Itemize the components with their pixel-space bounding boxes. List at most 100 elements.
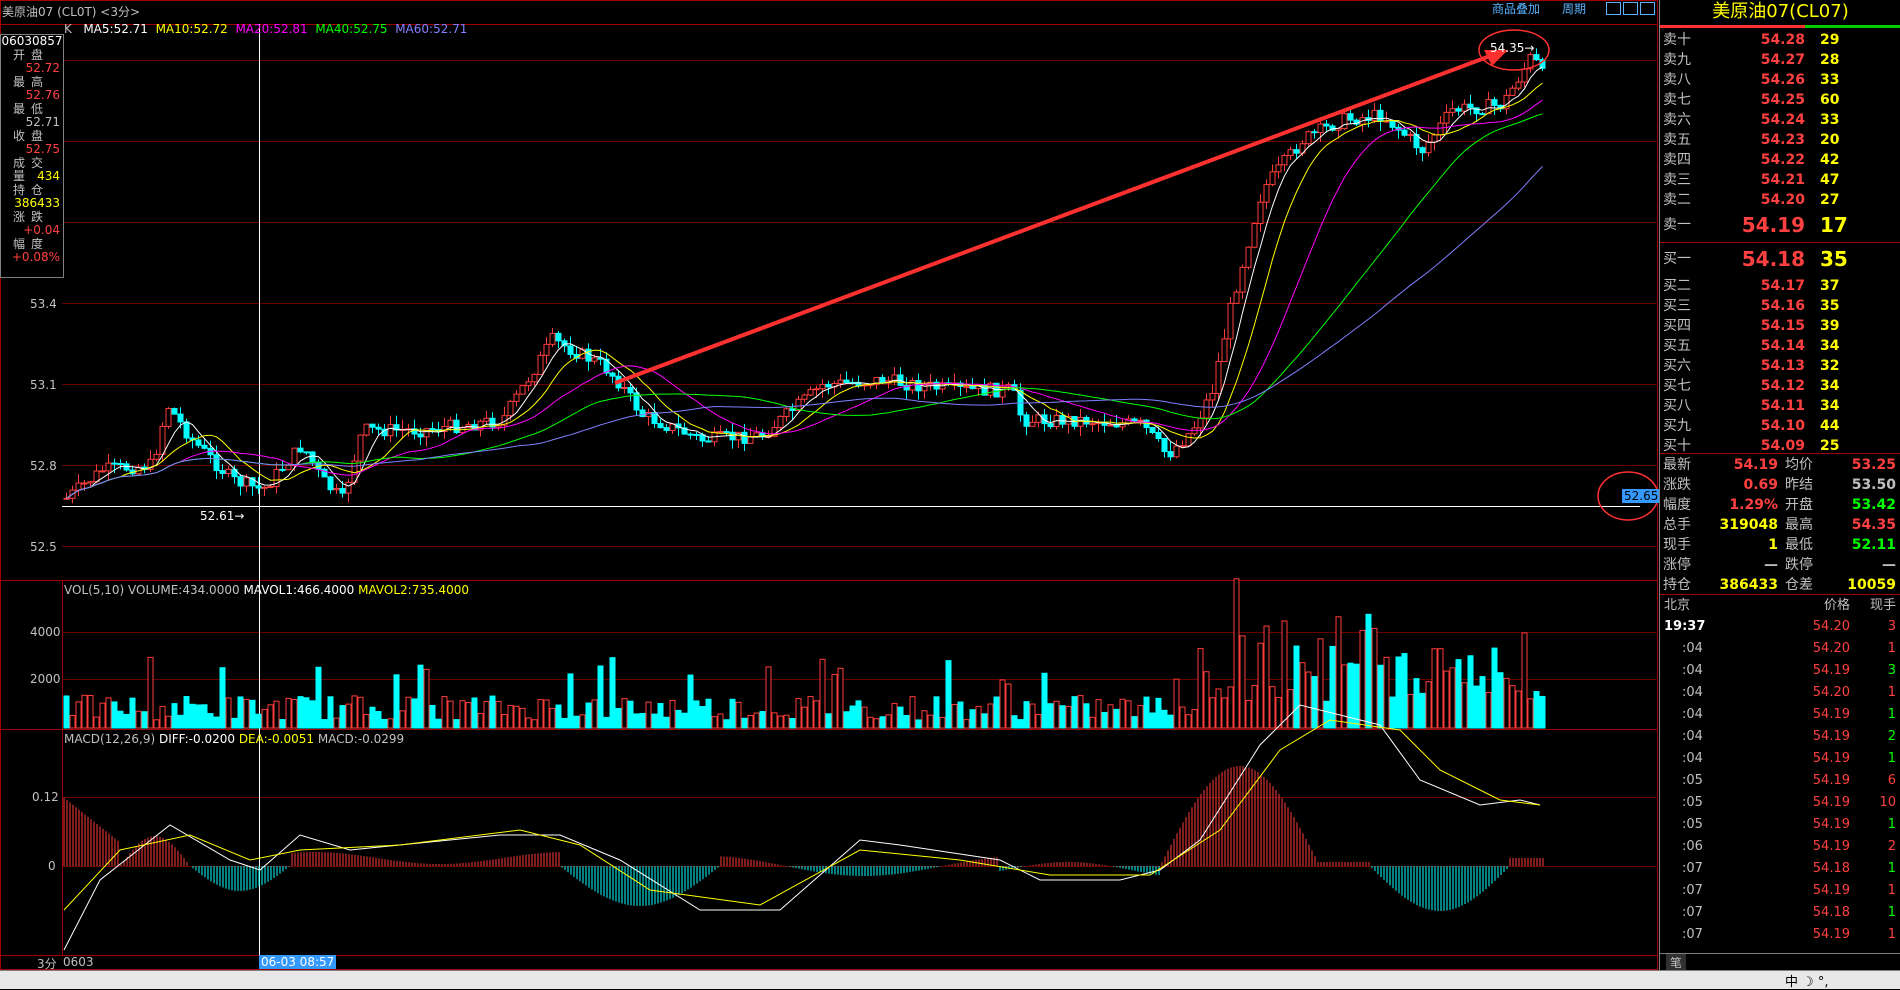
volume-bar (1143, 696, 1150, 729)
candle-body (1449, 108, 1456, 113)
volume-bar (1455, 659, 1462, 729)
tick-tab[interactable]: 笔 (1666, 954, 1687, 971)
tick-row-6: :04 54.19 1 (1660, 749, 1900, 769)
quote-title: 美原油07(CL07) (1712, 1, 1849, 22)
k-label: K (64, 22, 72, 36)
candle-body (1437, 122, 1444, 136)
ask1-label: 卖一 (1663, 217, 1691, 233)
volume-bar (1503, 677, 1510, 729)
tick-price: 54.19 (1812, 751, 1850, 766)
quote-panel: 美原油07(CL07) 卖十 54.28 29 卖九 54.27 28 卖八 54.26 33 卖… (1659, 0, 1900, 988)
chart-canvas[interactable] (0, 0, 1659, 970)
candle-body (525, 381, 532, 387)
volume-bar (531, 719, 538, 729)
volume-bar (369, 706, 376, 729)
tick-vol: 1 (1887, 707, 1896, 722)
candle-body (1533, 54, 1540, 61)
tick-row-1: :04 54.20 1 (1660, 639, 1900, 659)
volume-bar (309, 700, 316, 729)
period-button[interactable]: 周期 (1562, 1, 1586, 17)
volume-bar (1083, 703, 1090, 729)
volume-bar (549, 707, 556, 729)
candle-body (417, 433, 424, 438)
macd-legend: MACD(12,26,9) DIFF:-0.0200 DEA:-0.0051 M… (64, 732, 404, 746)
volume-bar (123, 713, 130, 729)
volume-bar (339, 705, 346, 729)
candle-body (387, 424, 394, 437)
volume-bar (1173, 678, 1180, 729)
trend-arrow (614, 54, 1491, 385)
candle-body (1323, 123, 1330, 127)
close-icon[interactable] (1640, 2, 1655, 15)
volume-bar (375, 710, 382, 729)
volume-bar (1197, 647, 1204, 729)
tick-price: 54.19 (1812, 663, 1850, 678)
candle-body (1443, 111, 1450, 124)
info-value-6: +0.04 (23, 223, 60, 237)
volume-bar (75, 701, 82, 729)
volume-bar (129, 697, 136, 729)
ma40-line (66, 113, 1543, 499)
info-label-7: 幅度 (13, 236, 50, 251)
candle-body (609, 372, 616, 377)
volume-bar (273, 700, 280, 729)
volume-bar (873, 718, 880, 729)
ime-indicator[interactable]: 中 ☽ °, (1785, 971, 1829, 990)
tick-vol: 3 (1887, 663, 1896, 678)
volume-bar (1305, 671, 1312, 729)
stat-value: 1.29% (1729, 497, 1778, 513)
volume-bar (687, 674, 694, 729)
candle-body (1491, 99, 1498, 106)
candle-body (303, 451, 310, 454)
candle-body (1149, 427, 1156, 433)
bid-price: 54.11 (1760, 398, 1805, 414)
candle-body (1047, 423, 1054, 428)
volume-bar (393, 674, 400, 729)
volume-bar (1023, 701, 1030, 729)
bid-label: 买八 (1663, 398, 1691, 414)
ask-price: 54.21 (1760, 172, 1805, 188)
overlay-button[interactable]: 商品叠加 (1492, 1, 1540, 17)
candle-body (111, 462, 118, 465)
ask-row-3: 卖七 54.25 60 (1660, 90, 1900, 110)
candle-body (1203, 399, 1210, 419)
volume-bar (831, 673, 838, 729)
candle-body (1455, 108, 1462, 112)
volume-bar (405, 696, 412, 729)
bid-price: 54.10 (1760, 418, 1805, 434)
stat-value: 319048 (1719, 517, 1778, 533)
tick-price: 54.19 (1812, 795, 1850, 810)
candle-body (1401, 129, 1408, 136)
candle-body (105, 462, 112, 472)
volume-bar (843, 711, 850, 729)
ask-row-6: 卖四 54.22 42 (1660, 150, 1900, 170)
candle-body (747, 436, 754, 444)
volume-bar (363, 713, 370, 729)
volume-bar (189, 703, 196, 729)
tick-vol: 1 (1887, 817, 1896, 832)
restore-icon[interactable] (1606, 2, 1621, 15)
ask1-row: 卖一 54.19 17 (1660, 212, 1900, 238)
macd-dea: DEA:-0.0051 (238, 732, 314, 746)
ask-vol: 33 (1820, 112, 1840, 128)
chart-area[interactable]: 美原油07 (CL0T) <3分> 商品叠加 周期 K MA5:52.71 MA… (0, 0, 1661, 988)
stat-row-3: 总手 319048 最高 54.35 (1660, 515, 1900, 535)
window-controls[interactable] (1606, 2, 1656, 16)
stat-label: 仓差 (1785, 577, 1813, 593)
maximize-icon[interactable] (1623, 2, 1638, 15)
tick-vol: 2 (1887, 839, 1896, 854)
candle-body (1419, 147, 1426, 154)
bid-row-7: 买九 54.10 44 (1660, 416, 1900, 436)
volume-bar (303, 697, 310, 729)
stat-label: 最高 (1785, 517, 1813, 533)
bid-vol: 37 (1820, 278, 1840, 294)
candle-body (1389, 120, 1396, 128)
tick-time: :05 (1682, 817, 1703, 832)
info-value-1: 52.76 (25, 88, 60, 102)
stat-label: 最新 (1663, 457, 1691, 473)
candle-body (345, 481, 352, 494)
volume-bar (987, 703, 994, 729)
volume-bar (1359, 629, 1366, 729)
info-label-1: 最高 (13, 74, 50, 89)
volume-bar (1053, 700, 1060, 729)
